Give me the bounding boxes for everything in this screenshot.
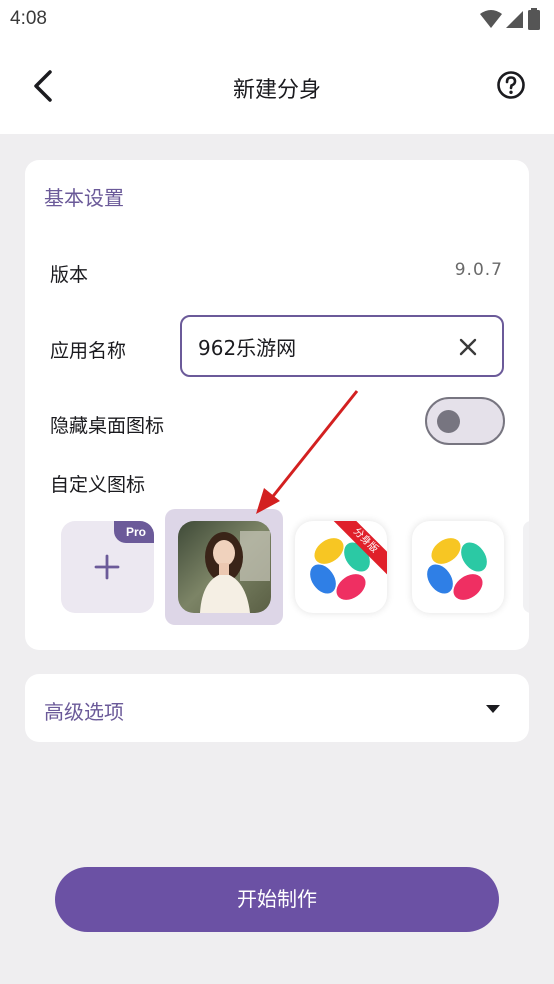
- icon-option-partial[interactable]: [523, 521, 529, 613]
- icon-option-photo[interactable]: [178, 521, 271, 613]
- help-icon: [497, 71, 525, 99]
- app-name-field[interactable]: [180, 315, 504, 377]
- app-logo-icon: [427, 538, 487, 600]
- icon-option-original[interactable]: [412, 521, 504, 613]
- section-title-basic: 基本设置: [44, 186, 124, 210]
- top-app-bar: 4:08 新建分身: [0, 0, 554, 134]
- basic-settings-card: 基本设置 版本 9.0.7 应用名称 隐藏桌面图标 自定义图标 Pro: [25, 160, 529, 650]
- plus-icon: [94, 554, 120, 580]
- status-icons: [480, 8, 540, 30]
- toggle-knob: [437, 410, 460, 433]
- version-label: 版本: [50, 264, 89, 286]
- app-name-input[interactable]: [198, 331, 448, 361]
- close-icon: [459, 338, 477, 356]
- signal-icon: [506, 11, 523, 28]
- portrait-photo-icon: [178, 521, 271, 613]
- hide-icon-label: 隐藏桌面图标: [50, 415, 165, 437]
- wifi-icon: [480, 10, 502, 28]
- custom-icon-label: 自定义图标: [50, 474, 146, 496]
- version-value: 9.0.7: [454, 260, 503, 280]
- icon-picker: Pro 分身版: [25, 506, 529, 628]
- dropdown-arrow-icon: [486, 705, 500, 713]
- advanced-options-label: 高级选项: [44, 700, 124, 724]
- add-icon-button[interactable]: Pro: [61, 521, 154, 613]
- hide-icon-toggle[interactable]: [425, 397, 505, 445]
- start-making-button[interactable]: 开始制作: [55, 867, 499, 932]
- icon-option-clone[interactable]: 分身版: [295, 521, 387, 613]
- app-name-label: 应用名称: [50, 340, 127, 362]
- advanced-options-card[interactable]: 高级选项: [25, 674, 529, 742]
- clear-button[interactable]: [458, 337, 478, 357]
- help-button[interactable]: [496, 70, 526, 100]
- app-logo-icon: [310, 538, 370, 600]
- status-time: 4:08: [10, 8, 47, 29]
- pro-badge: Pro: [113, 521, 154, 543]
- battery-icon: [528, 8, 540, 30]
- page-title: 新建分身: [232, 78, 321, 103]
